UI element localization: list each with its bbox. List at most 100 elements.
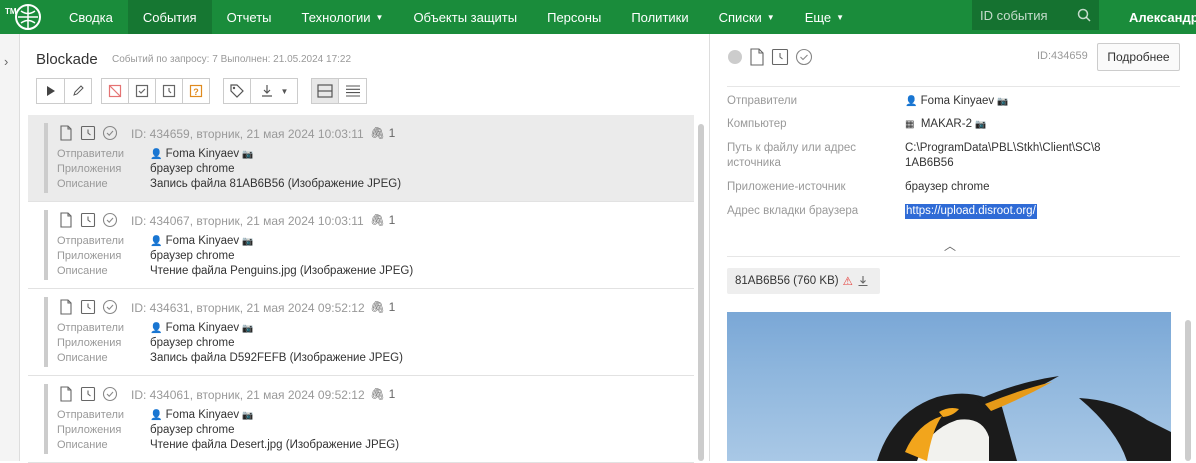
export-button[interactable]: ▼	[250, 78, 298, 104]
nav-item-more[interactable]: Еще ▼	[790, 0, 859, 34]
status-bar	[44, 297, 48, 367]
pencil-icon	[73, 85, 84, 96]
pending-button[interactable]	[155, 78, 183, 104]
divider	[727, 256, 1180, 257]
details-button[interactable]: Подробнее	[1097, 43, 1180, 71]
event-row[interactable]: ID: 434631, вторник, 21 мая 2024 09:52:1…	[28, 289, 694, 376]
apps-label: Приложения	[57, 337, 122, 349]
path-label: Путь к файлу или адрес источника	[727, 142, 857, 169]
chevron-up-icon[interactable]: ︿	[944, 237, 956, 254]
browser-tab-url[interactable]: https://upload.disroot.org/	[905, 204, 1037, 219]
nav-item-lists[interactable]: Списки ▼	[704, 0, 790, 34]
nav-item-policies[interactable]: Политики	[616, 0, 703, 34]
attachment-chip[interactable]: 81AB6B56 (760 KB) ⚠	[727, 268, 880, 294]
senders-label: Отправители	[57, 322, 125, 334]
nav-item-events[interactable]: События	[127, 0, 212, 34]
user-menu[interactable]: Александр	[1129, 0, 1196, 34]
camera-icon: 📷	[242, 410, 254, 420]
attachments-count[interactable]: 🖇 1	[370, 213, 395, 227]
violation-button[interactable]	[101, 78, 129, 104]
event-list: ID: 434659, вторник, 21 мая 2024 10:03:1…	[28, 115, 694, 463]
question-box-icon: ?	[189, 84, 203, 98]
nav-item-reports[interactable]: Отчеты	[212, 0, 287, 34]
event-id: ID:434659	[1037, 50, 1088, 62]
list-scrollbar-thumb[interactable]	[698, 124, 704, 461]
event-list-panel: Blockade Событий по запросу: 7 Выполнен:…	[20, 34, 710, 463]
logo[interactable]: TM	[0, 0, 52, 34]
app-value: браузер chrome	[150, 424, 235, 436]
search-icon[interactable]	[1077, 8, 1091, 22]
status-bar	[44, 123, 48, 193]
attachment-name: 81AB6B56 (760 KB)	[735, 275, 839, 287]
nav-item-technologies[interactable]: Технологии ▼	[287, 0, 399, 34]
person-icon: 👤	[150, 410, 163, 421]
paperclip-icon: 🖇	[370, 387, 386, 401]
file-icon	[58, 386, 74, 402]
attachments-count[interactable]: 🖇 1	[370, 126, 395, 140]
event-icons	[58, 386, 118, 402]
camera-icon: 📷	[242, 236, 254, 246]
camera-icon: 📷	[242, 323, 254, 333]
status-dot-icon	[728, 50, 742, 64]
unknown-button[interactable]: ?	[182, 78, 210, 104]
warning-icon: ⚠	[842, 276, 853, 288]
chevron-down-icon: ▼	[766, 12, 775, 22]
check-circle-icon	[102, 212, 118, 228]
event-row[interactable]: ID: 434659, вторник, 21 мая 2024 10:03:1…	[28, 115, 694, 202]
description-label: Описание	[57, 178, 108, 190]
chevron-right-icon[interactable]: ›	[4, 54, 8, 69]
detail-scrollbar[interactable]	[1185, 320, 1191, 461]
event-id-search-input[interactable]	[980, 7, 1070, 23]
description-label: Описание	[57, 265, 108, 277]
event-row[interactable]: ID: 434061, вторник, 21 мая 2024 09:52:1…	[28, 376, 694, 463]
sender-value[interactable]: 👤 Foma Kinyaev 📷	[150, 235, 254, 247]
person-icon: 👤	[150, 323, 163, 334]
event-icons	[58, 125, 118, 141]
description-label: Описание	[57, 439, 108, 451]
check-circle-icon	[102, 386, 118, 402]
computer-value[interactable]: ▦ MAKAR-2 📷	[905, 117, 986, 132]
nav-item-protected-objects[interactable]: Объекты защиты	[398, 0, 532, 34]
download-icon[interactable]	[857, 275, 869, 287]
senders-label: Отправители	[727, 95, 798, 107]
event-icons	[58, 299, 118, 315]
chevron-down-icon: ▼	[836, 12, 845, 22]
sender-value[interactable]: 👤 Foma Kinyaev 📷	[150, 322, 254, 334]
sidebar-collapse-rail[interactable]: ›	[0, 34, 20, 461]
event-header: ID: 434061, вторник, 21 мая 2024 09:52:1…	[131, 388, 365, 402]
check-circle-icon	[102, 299, 118, 315]
tag-button[interactable]	[223, 78, 251, 104]
list-view-button[interactable]	[338, 78, 367, 104]
split-view-button[interactable]	[311, 78, 339, 104]
clock-box-icon	[162, 84, 176, 98]
attachments-count[interactable]: 🖇 1	[370, 300, 395, 314]
run-button[interactable]	[36, 78, 65, 104]
event-header: ID: 434067, вторник, 21 мая 2024 10:03:1…	[131, 214, 364, 228]
penguins-image	[877, 376, 1171, 461]
nav-item-persons[interactable]: Персоны	[532, 0, 616, 34]
source-app-label: Приложение-источник	[727, 181, 846, 193]
sender-value[interactable]: 👤 Foma Kinyaev 📷	[150, 148, 254, 160]
clock-box-icon	[80, 212, 96, 228]
sender-value[interactable]: 👤 Foma Kinyaev 📷	[905, 94, 1009, 109]
no-violation-button[interactable]	[128, 78, 156, 104]
file-icon	[58, 125, 74, 141]
detail-status-icons	[727, 48, 813, 66]
event-detail-panel: ID:434659 Подробнее Отправители 👤 Foma K…	[711, 34, 1196, 461]
event-row[interactable]: ID: 434067, вторник, 21 мая 2024 10:03:1…	[28, 202, 694, 289]
sender-value[interactable]: 👤 Foma Kinyaev 📷	[150, 409, 254, 421]
app-value: браузер chrome	[150, 250, 235, 262]
attachments-count[interactable]: 🖇 1	[370, 387, 395, 401]
nav-item-summary[interactable]: Сводка	[54, 0, 128, 34]
clock-box-icon	[80, 125, 96, 141]
clock-box-icon	[80, 299, 96, 315]
no-violation-icon	[108, 84, 122, 98]
list-scrollbar[interactable]	[698, 124, 704, 461]
status-bar	[44, 210, 48, 280]
divider	[727, 86, 1180, 87]
file-icon	[58, 212, 74, 228]
event-header: ID: 434631, вторник, 21 мая 2024 09:52:1…	[131, 301, 365, 315]
check-circle-icon	[795, 48, 813, 66]
computer-label: Компьютер	[727, 118, 787, 130]
edit-button[interactable]	[64, 78, 92, 104]
